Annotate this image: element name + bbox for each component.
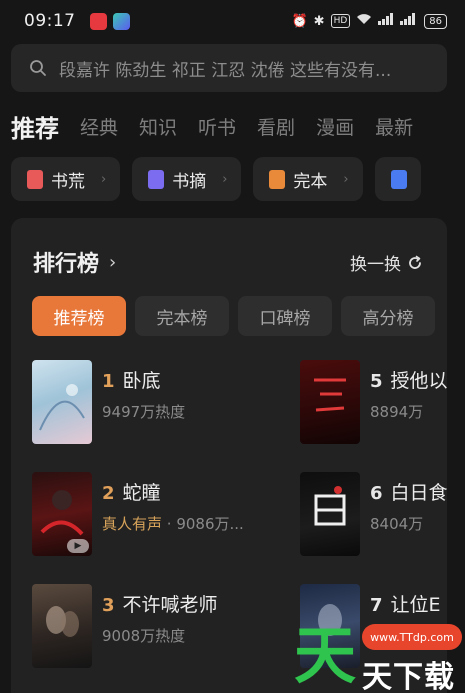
wifi-icon [356,13,372,29]
book-item[interactable]: 3 不许喊老师 9008万热度 [32,584,218,668]
refresh-icon [409,255,421,269]
status-time: 09:17 [24,11,76,31]
search-placeholder[interactable]: 段嘉许 陈劲生 祁正 江忍 沈倦 这些有没有... [59,56,391,81]
chevron-right-icon: › [343,171,349,187]
status-icons: ⏰ ✱ HD 86 [291,13,447,29]
ranking-title: 排行榜 [33,252,100,277]
book-cover [32,360,92,444]
chevron-right-icon: › [109,251,117,273]
tab-high-score-rank[interactable]: 高分榜 [341,296,435,336]
rank-number: 2 [102,483,115,504]
battery-icon: 86 [424,13,447,29]
tab-completed-rank[interactable]: 完本榜 [135,296,229,336]
watermark-url: www.TTdp.com [362,624,462,650]
search-icon [30,60,46,76]
book-heat: 8404万 [370,515,424,533]
search-bar[interactable]: 段嘉许 陈劲生 祁正 江忍 沈倦 这些有没有... [11,44,447,92]
book-item[interactable]: 5 授他以 8894万 [300,360,447,444]
chip-label: 完本 [293,171,328,192]
real-voice-tag: 真人有声 [102,515,163,533]
tab-knowledge[interactable]: 知识 [139,113,177,140]
chip-more[interactable] [374,157,421,201]
tab-recommend-rank[interactable]: 推荐榜 [32,296,126,336]
book-cover [300,472,360,556]
play-icon: ▶ [67,539,89,553]
book-item[interactable]: 1 卧底 9497万热度 [32,360,185,444]
notification-app-icon-2 [112,12,130,30]
chip-label: 书摘 [172,171,207,192]
chip-completed[interactable]: 完本 › [253,157,363,201]
book-item[interactable]: 6 白日食 8404万 [300,472,447,556]
book-cover [300,360,360,444]
category-tabs: 推荐 经典 知识 听书 看剧 漫画 最新 [11,102,465,150]
hd-icon: HD [330,14,351,28]
tab-classic[interactable]: 经典 [80,113,118,140]
ranking-header[interactable]: 排行榜 › [33,246,116,278]
book-heat: 8894万 [370,403,424,421]
book-cover [32,584,92,668]
book-tag-icon [27,169,43,189]
book-heat: 9497万热度 [102,403,186,421]
tab-comics[interactable]: 漫画 [316,113,354,140]
rank-number: 1 [102,371,115,392]
book-title: 授他以 [390,370,447,392]
tab-reputation-rank[interactable]: 口碑榜 [238,296,332,336]
chip-label: 书荒 [51,171,85,192]
watermark-text: 天下载 [362,660,455,693]
alarm-icon: ⏰ [291,13,308,29]
bluetooth-icon: ✱ [313,13,325,29]
tab-drama[interactable]: 看剧 [257,113,295,140]
rank-number: 6 [370,483,383,504]
rank-number: 5 [370,371,383,392]
watermark-logo: 天 [293,619,356,692]
refresh-button[interactable]: 换一换 [350,250,423,275]
book-item[interactable]: ▶ 2 蛇瞳 真人有声 · 9086万... [32,472,244,556]
book-title: 白日食 [390,482,447,504]
signal-icon [378,13,394,29]
rank-number: 3 [102,595,115,616]
tab-latest[interactable]: 最新 [375,113,413,140]
chip-book-shortage[interactable]: 书荒 › [11,157,121,201]
book-title: 蛇瞳 [122,482,161,504]
bookmark-icon [148,169,165,189]
book-title: 不许喊老师 [122,594,218,616]
book-icon [269,169,286,189]
book-title: 让位E [390,594,441,616]
book-heat: 9008万热度 [102,627,186,645]
notification-app-icon [89,12,107,30]
signal-icon-2 [400,13,416,29]
shortcut-chips: 书荒 › 书摘 › 完本 › [11,157,465,201]
tab-audiobook[interactable]: 听书 [198,113,236,140]
rank-number: 7 [370,595,383,616]
chevron-right-icon: › [101,171,107,187]
chevron-right-icon: › [222,171,228,187]
flag-icon [390,169,407,189]
book-title: 卧底 [122,370,161,392]
refresh-label: 换一换 [350,255,401,275]
book-meta: 真人有声 · 9086万... [102,513,244,534]
chip-excerpts[interactable]: 书摘 › [132,157,242,201]
book-cover: ▶ [32,472,92,556]
site-watermark: 天 www.TTdp.com 天下载 [290,618,465,693]
book-heat: · 9086万... [162,515,244,533]
ranking-tabs: 推荐榜 完本榜 口碑榜 高分榜 [32,296,435,336]
status-bar: 09:17 ⏰ ✱ HD 86 [0,0,465,42]
tab-recommend[interactable]: 推荐 [11,109,59,144]
